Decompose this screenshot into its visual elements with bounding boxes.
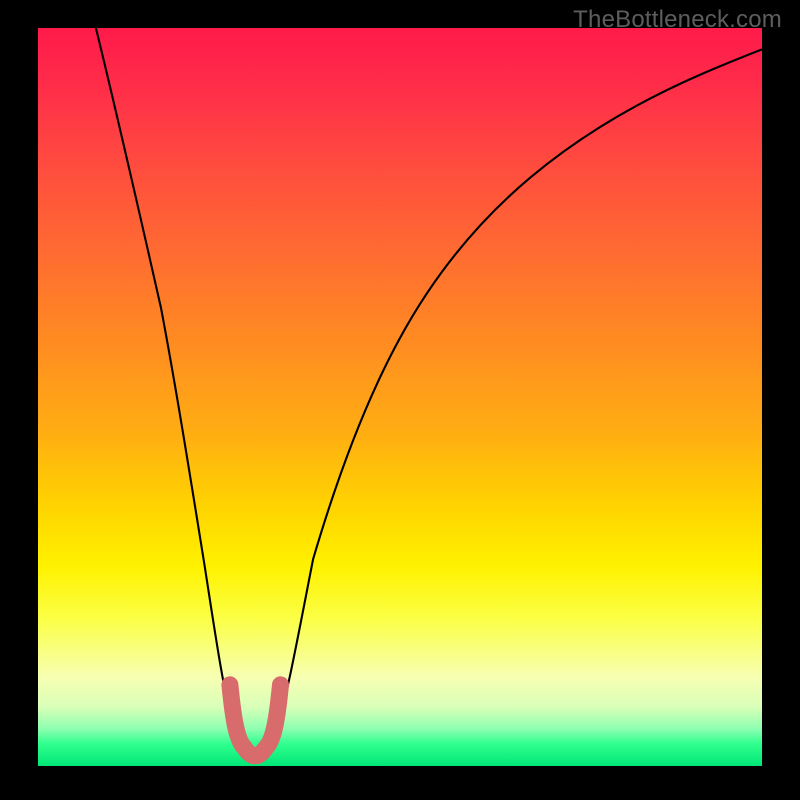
plot-area: [38, 28, 762, 766]
chart-frame: TheBottleneck.com: [0, 0, 800, 800]
bottleneck-curve: [96, 28, 762, 759]
optimal-region-highlight: [230, 685, 281, 756]
curve-layer: [38, 28, 762, 766]
